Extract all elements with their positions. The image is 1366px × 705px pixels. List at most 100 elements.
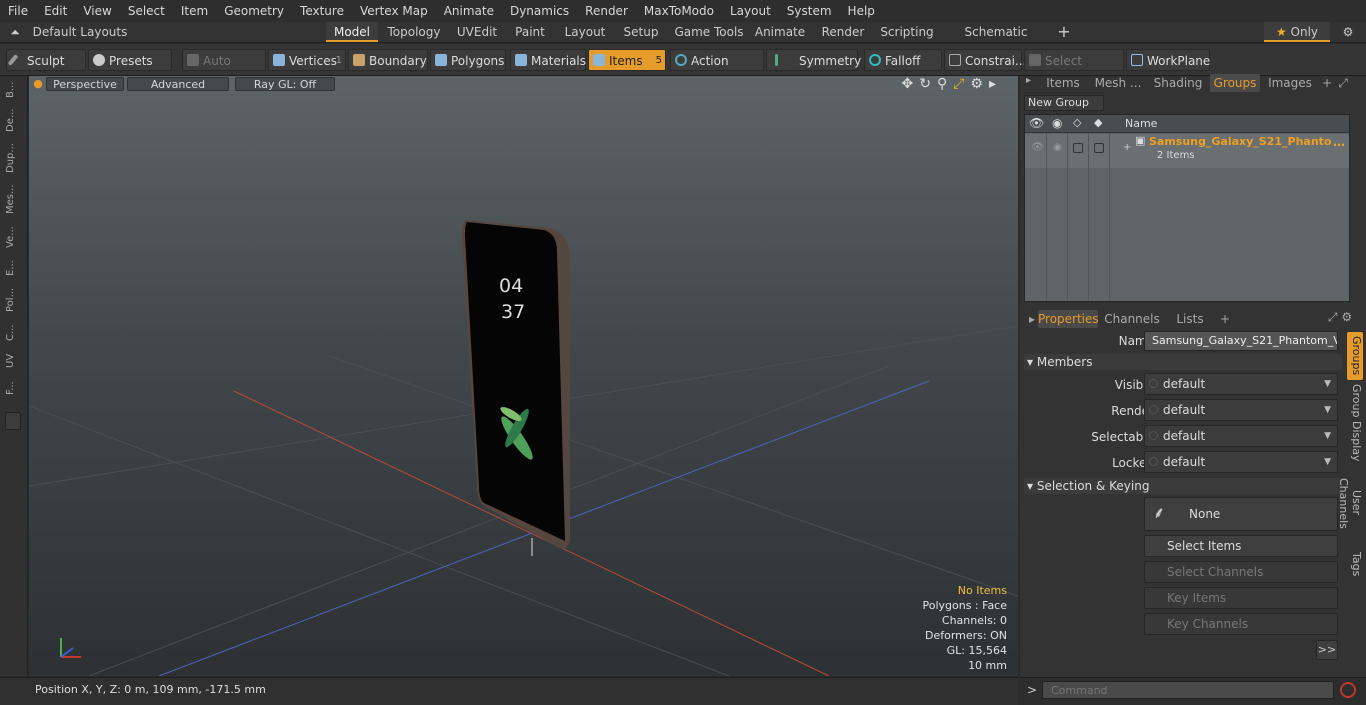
boundary-button[interactable]: Boundary bbox=[348, 49, 428, 71]
select-items-button[interactable]: Select Items bbox=[1144, 535, 1338, 557]
layout-tab-uvedit[interactable]: UVEdit bbox=[450, 22, 504, 42]
add-layout-button[interactable]: + bbox=[1055, 22, 1073, 42]
layout-tab-topology[interactable]: Topology bbox=[380, 22, 448, 42]
side-tab-group-display[interactable]: Group Display bbox=[1347, 384, 1363, 462]
menu-file[interactable]: File bbox=[0, 0, 36, 22]
add-props-tab-icon[interactable]: + bbox=[1218, 310, 1232, 328]
layout-tab-model[interactable]: Model bbox=[326, 22, 378, 42]
advanced-dropdown[interactable]: Advanced bbox=[127, 77, 229, 91]
action-center-button[interactable]: Action Center bbox=[670, 49, 764, 90]
rotate-view-icon[interactable]: ↻ bbox=[919, 76, 937, 92]
items-button[interactable]: Items 5 bbox=[588, 49, 666, 71]
select-through-button[interactable]: Select Through bbox=[1024, 49, 1124, 90]
props-menu-icon[interactable]: ▸ bbox=[1026, 310, 1038, 328]
side-tab-groups[interactable]: Groups bbox=[1347, 332, 1363, 380]
only-toggle[interactable]: ★ Only bbox=[1264, 22, 1330, 42]
menu-system[interactable]: System bbox=[779, 0, 840, 22]
tab-properties[interactable]: Properties bbox=[1038, 310, 1099, 328]
left-tool-tab[interactable]: C... bbox=[5, 320, 21, 346]
side-tab-user-channels[interactable]: User Channels bbox=[1337, 466, 1363, 540]
zoom-view-icon[interactable]: ⚲ bbox=[937, 76, 953, 92]
tab-groups[interactable]: Groups bbox=[1210, 74, 1260, 92]
menu-edit[interactable]: Edit bbox=[36, 0, 75, 22]
selectable-dropdown[interactable]: default ▼ bbox=[1144, 425, 1338, 447]
viewport-expand-icon[interactable]: ▸ bbox=[989, 76, 1002, 92]
tab-shading[interactable]: Shading bbox=[1152, 74, 1204, 92]
side-tab-tags[interactable]: Tags bbox=[1347, 546, 1363, 582]
left-tool-tab[interactable]: Ve... bbox=[5, 222, 21, 252]
menu-layout[interactable]: Layout bbox=[722, 0, 779, 22]
sculpt-button[interactable]: Sculpt bbox=[6, 49, 86, 71]
vertices-button[interactable]: Vertices 1 bbox=[268, 49, 346, 71]
none-button[interactable]: ⸙ None bbox=[1144, 497, 1338, 531]
move-view-icon[interactable]: ✥ bbox=[901, 76, 919, 92]
row-lock-checkbox[interactable] bbox=[1094, 143, 1104, 153]
left-tools-handle[interactable] bbox=[5, 412, 21, 430]
tab-mesh[interactable]: Mesh ... bbox=[1092, 74, 1144, 92]
selection-keying-section[interactable]: ▾ Selection & Keying bbox=[1027, 479, 1149, 493]
falloff-button[interactable]: Falloff bbox=[864, 49, 942, 71]
perspective-dropdown[interactable]: Perspective bbox=[46, 77, 124, 91]
viewport-menu-icon[interactable]: ● bbox=[33, 77, 43, 91]
left-tool-tab[interactable]: UV bbox=[5, 350, 21, 372]
expand-icon[interactable]: + bbox=[1123, 142, 1131, 153]
add-tab-icon[interactable]: + bbox=[1320, 74, 1334, 92]
menu-help[interactable]: Help bbox=[840, 0, 883, 22]
raygl-toggle[interactable]: Ray GL: Off bbox=[235, 77, 335, 91]
menu-vertex-map[interactable]: Vertex Map bbox=[352, 0, 436, 22]
left-tool-tab[interactable]: F... bbox=[5, 376, 21, 400]
menu-animate[interactable]: Animate bbox=[436, 0, 502, 22]
render-dropdown[interactable]: default ▼ bbox=[1144, 399, 1338, 421]
menu-select[interactable]: Select bbox=[120, 0, 173, 22]
menu-dynamics[interactable]: Dynamics bbox=[502, 0, 577, 22]
menu-item[interactable]: Item bbox=[173, 0, 216, 22]
workplane-button[interactable]: WorkPlane bbox=[1126, 49, 1210, 71]
left-tool-tab[interactable]: B... bbox=[5, 80, 21, 100]
polygons-button[interactable]: Polygons bbox=[430, 49, 506, 71]
viewport-settings-icon[interactable]: ⚙ bbox=[970, 76, 989, 92]
presets-button[interactable]: Presets bbox=[88, 49, 172, 71]
command-input[interactable] bbox=[1042, 681, 1334, 699]
locked-dropdown[interactable]: default ▼ bbox=[1144, 451, 1338, 473]
layout-tab-render[interactable]: Render bbox=[814, 22, 872, 42]
menu-texture[interactable]: Texture bbox=[292, 0, 352, 22]
symmetry-button[interactable]: Symmetry bbox=[766, 49, 861, 71]
layout-tab-scripting[interactable]: Scripting bbox=[876, 22, 938, 42]
panel-menu-icon[interactable]: ▸ bbox=[1026, 75, 1031, 86]
select-channels-button[interactable]: Select Channels bbox=[1144, 561, 1338, 583]
key-items-button[interactable]: Key Items bbox=[1144, 587, 1338, 609]
collapse-icon[interactable]: ⏶ bbox=[8, 22, 22, 42]
row-select-checkbox[interactable] bbox=[1073, 143, 1083, 153]
tab-channels[interactable]: Channels bbox=[1104, 310, 1160, 328]
constraints-button[interactable]: Constrai... bbox=[944, 49, 1026, 71]
layout-tab-schematic-fusion[interactable]: Schematic Fusion bbox=[944, 22, 1048, 59]
menu-view[interactable]: View bbox=[75, 0, 119, 22]
layout-tab-setup[interactable]: Setup bbox=[616, 22, 666, 42]
layout-tab-paint[interactable]: Paint bbox=[508, 22, 552, 42]
more-button[interactable]: >> bbox=[1316, 640, 1338, 660]
layout-tab-layout[interactable]: Layout bbox=[558, 22, 612, 42]
expand-panel-icon[interactable]: ⤢ bbox=[1336, 74, 1350, 92]
left-tool-tab[interactable]: Dup... bbox=[5, 140, 21, 176]
members-section[interactable]: ▾ Members bbox=[1027, 355, 1092, 369]
tab-lists[interactable]: Lists bbox=[1166, 310, 1214, 328]
left-tool-tab[interactable]: E... bbox=[5, 256, 21, 280]
menu-render[interactable]: Render bbox=[577, 0, 636, 22]
left-tool-tab[interactable]: Pol... bbox=[5, 284, 21, 316]
row-render-icon[interactable]: ◉ bbox=[1053, 142, 1062, 153]
group-row[interactable]: 👁 ◉ + ▣ Samsung_Galaxy_S21_Phanto … 2 It… bbox=[1025, 134, 1349, 168]
3d-viewport[interactable]: 04 37 ● Perspective Advanced Ray GL: Off… bbox=[29, 76, 1018, 676]
visible-dropdown[interactable]: default ▼ bbox=[1144, 373, 1338, 395]
tab-items[interactable]: Items bbox=[1040, 74, 1086, 92]
tab-images[interactable]: Images bbox=[1264, 74, 1316, 92]
new-group-button[interactable]: New Group bbox=[1024, 95, 1104, 111]
layouts-dropdown[interactable]: Default Layouts ▾ bbox=[30, 22, 130, 59]
menu-geometry[interactable]: Geometry bbox=[216, 0, 292, 22]
record-icon[interactable] bbox=[1340, 682, 1356, 698]
fit-view-icon[interactable]: ⤢ bbox=[953, 76, 970, 92]
layout-tab-game-tools[interactable]: Game Tools bbox=[672, 22, 746, 42]
menu-maxtomodo[interactable]: MaxToModo bbox=[636, 0, 722, 22]
layout-tab-animate[interactable]: Animate bbox=[750, 22, 810, 42]
left-tool-tab[interactable]: Mes... bbox=[5, 180, 21, 218]
gear-icon[interactable]: ⚙ bbox=[1340, 22, 1356, 42]
